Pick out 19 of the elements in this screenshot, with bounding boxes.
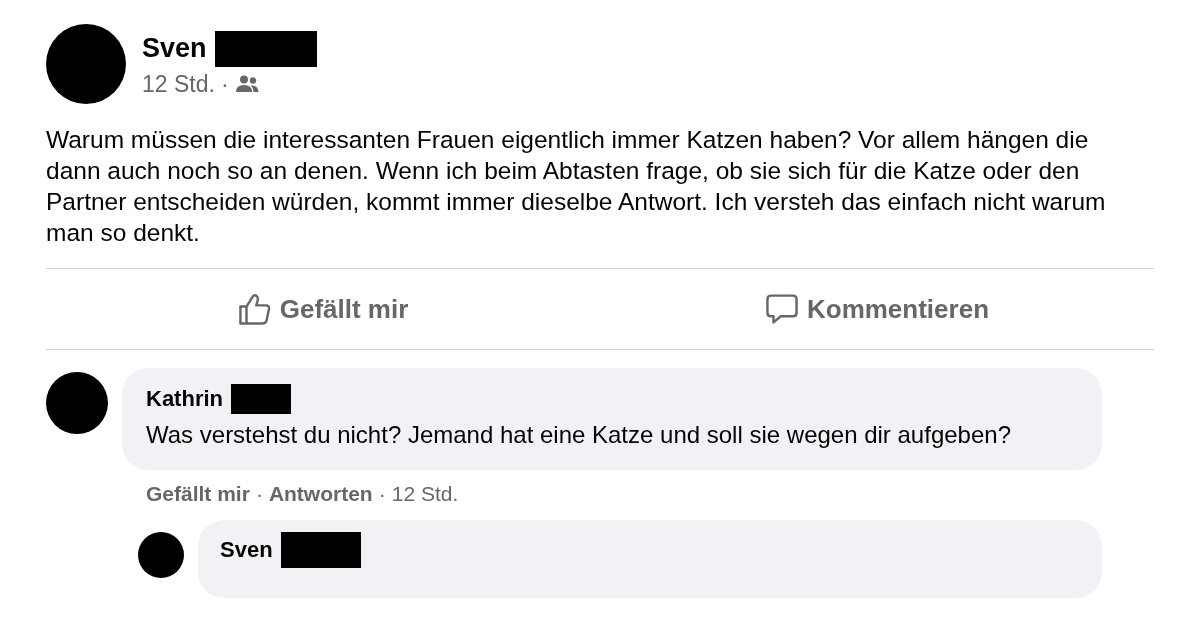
- author-name[interactable]: Sven: [142, 33, 207, 64]
- redaction-bar: [231, 384, 291, 414]
- people-icon: [234, 75, 259, 93]
- post-time[interactable]: 12 Std.: [142, 70, 215, 98]
- comment-time: 12 Std.: [391, 482, 459, 506]
- reply-link[interactable]: Antworten: [268, 482, 373, 506]
- separator-dot: ·: [220, 70, 229, 98]
- avatar[interactable]: [138, 532, 184, 578]
- like-button[interactable]: Gefällt mir: [46, 269, 600, 349]
- separator-dot: ·: [378, 482, 386, 506]
- commenter-name[interactable]: Sven: [220, 537, 273, 563]
- separator-dot: ·: [255, 482, 263, 506]
- comment-button[interactable]: Kommentieren: [600, 269, 1154, 349]
- comment-text: Was verstehst du nicht? Jemand hat eine Katze und soll sie wegen dir aufgeben?: [146, 420, 1012, 450]
- commenter-name[interactable]: Kathrin: [146, 386, 223, 412]
- speech-bubble-icon: [764, 292, 799, 326]
- thumbs-up-icon: [237, 292, 272, 326]
- like-link[interactable]: Gefällt mir: [146, 482, 250, 506]
- post-text: Warum müssen die interessanten Frauen eigentlich immer Katzen haben? Vor allem hängen die dann auch noch so an denen. Wenn ich beim Abtasten frage, ob sie sich für die Katze oder den Partner entscheiden würden, kommt immer dieselbe Antwort. Ich versteh das einfach nicht warum man so denkt.: [46, 125, 1107, 248]
